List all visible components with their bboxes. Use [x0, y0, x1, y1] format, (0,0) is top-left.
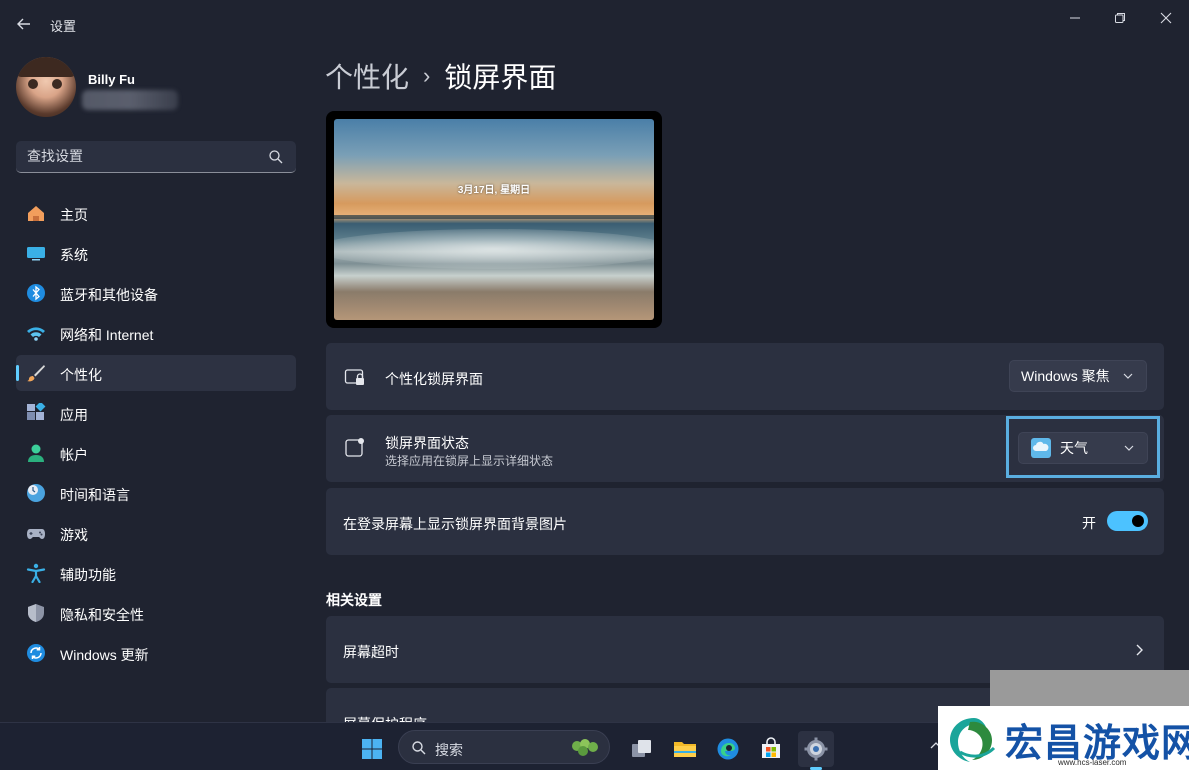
sidebar-item-personalization[interactable]: 个性化 [16, 355, 296, 391]
sidebar-item-label: 网络和 Internet [60, 327, 154, 343]
lock-screen-preview-image: 3月17日, 星期日 [334, 119, 654, 320]
back-arrow-icon[interactable] [10, 10, 38, 38]
avatar[interactable] [16, 57, 76, 117]
sidebar-item-label: 隐私和安全性 [60, 607, 144, 623]
sidebar-item-privacy[interactable]: 隐私和安全性 [16, 595, 296, 631]
sidebar-item-label: 时间和语言 [60, 487, 130, 503]
watermark-url: www.hcs-laser.com [1058, 758, 1127, 767]
sidebar-item-label: 系统 [60, 247, 88, 263]
sidebar-item-windows-update[interactable]: Windows 更新 [16, 635, 296, 671]
home-icon [26, 203, 46, 223]
update-icon [26, 643, 46, 663]
setting-title: 个性化锁屏界面 [385, 371, 483, 387]
start-icon[interactable] [354, 731, 390, 767]
sidebar-item-label: 个性化 [60, 367, 102, 383]
watermark: 宏昌游戏网 www.hcs-laser.com [938, 706, 1189, 770]
search-input[interactable] [16, 141, 256, 171]
toggle-state-label: 开 [1082, 515, 1096, 531]
lock-screen-preview: 3月17日, 星期日 [326, 111, 662, 328]
breadcrumb-separator: › [423, 63, 431, 88]
edge-icon[interactable] [710, 731, 746, 767]
brush-icon [26, 363, 46, 383]
restore-icon[interactable] [1097, 6, 1143, 30]
breadcrumb-parent[interactable]: 个性化 [325, 56, 409, 96]
show-background-toggle[interactable] [1107, 511, 1148, 531]
lock-screen-icon [344, 369, 364, 385]
chevron-right-icon [1136, 644, 1143, 656]
setting-subtitle: 选择应用在锁屏上显示详细状态 [385, 454, 554, 468]
accessibility-icon [26, 563, 46, 583]
search-icon[interactable] [268, 149, 284, 165]
highlight-annotation [1006, 416, 1160, 478]
app-title: 设置 [50, 19, 77, 34]
clock-globe-icon [26, 483, 46, 503]
setting-title: 在登录屏幕上显示锁屏界面背景图片 [343, 516, 567, 532]
system-icon [26, 243, 46, 263]
clover-icon [572, 739, 598, 756]
sidebar-item-network[interactable]: 网络和 Internet [16, 315, 296, 351]
taskbar-search-label: 搜索 [435, 742, 463, 758]
sidebar-item-label: 应用 [60, 407, 88, 423]
account-icon [26, 443, 46, 463]
page-title: 锁屏界面 [444, 62, 557, 93]
sidebar-item-system[interactable]: 系统 [16, 235, 296, 271]
sidebar-item-accessibility[interactable]: 辅助功能 [16, 555, 296, 591]
status-icon [345, 438, 364, 457]
sidebar-item-label: Windows 更新 [60, 647, 149, 663]
related-settings-heading: 相关设置 [326, 592, 382, 608]
title-bar: 设置 [0, 0, 1189, 46]
sidebar-item-gaming[interactable]: 游戏 [16, 515, 296, 551]
sidebar-item-home[interactable]: 主页 [16, 195, 296, 231]
apps-icon [26, 403, 46, 423]
sidebar-item-label: 辅助功能 [60, 567, 116, 583]
lock-screen-source-dropdown[interactable]: Windows 聚焦 [1009, 360, 1147, 392]
sidebar-item-label: 游戏 [60, 527, 88, 543]
sidebar-item-time-language[interactable]: 时间和语言 [16, 475, 296, 511]
gamepad-icon [26, 523, 46, 543]
overlay-patch [990, 670, 1189, 710]
dropdown-value: Windows 聚焦 [1021, 368, 1110, 384]
breadcrumb: 个性化 › 锁屏界面 [325, 56, 556, 96]
close-icon[interactable] [1143, 6, 1189, 30]
settings-icon[interactable] [798, 731, 834, 770]
setting-personalize-lock-screen: 个性化锁屏界面 Windows 聚焦 [326, 343, 1164, 410]
sidebar-item-label: 主页 [60, 207, 88, 223]
sidebar-item-accounts[interactable]: 帐户 [16, 435, 296, 471]
sidebar-item-bluetooth[interactable]: 蓝牙和其他设备 [16, 275, 296, 311]
user-email-blurred [82, 90, 178, 110]
minimize-icon[interactable] [1052, 6, 1098, 30]
store-icon[interactable] [753, 731, 789, 767]
related-item-label: 屏幕超时 [343, 644, 399, 660]
wifi-icon [26, 323, 46, 343]
sidebar-item-label: 帐户 [60, 447, 88, 463]
sidebar-item-apps[interactable]: 应用 [16, 395, 296, 431]
chevron-down-icon [1123, 373, 1133, 379]
setting-title: 锁屏界面状态 [385, 435, 469, 451]
settings-search-box[interactable] [16, 141, 296, 173]
bluetooth-icon [26, 283, 46, 303]
sidebar-item-label: 蓝牙和其他设备 [60, 287, 158, 303]
task-view-icon[interactable] [624, 731, 660, 767]
watermark-logo [950, 718, 996, 762]
shield-icon [26, 603, 46, 623]
file-explorer-icon[interactable] [667, 731, 703, 767]
setting-show-background-on-signin: 在登录屏幕上显示锁屏界面背景图片 [326, 488, 1164, 555]
taskbar-search[interactable]: 搜索 [398, 730, 610, 764]
user-name: Billy Fu [88, 72, 135, 87]
search-icon [412, 741, 426, 755]
preview-date: 3月17日, 星期日 [457, 185, 531, 196]
